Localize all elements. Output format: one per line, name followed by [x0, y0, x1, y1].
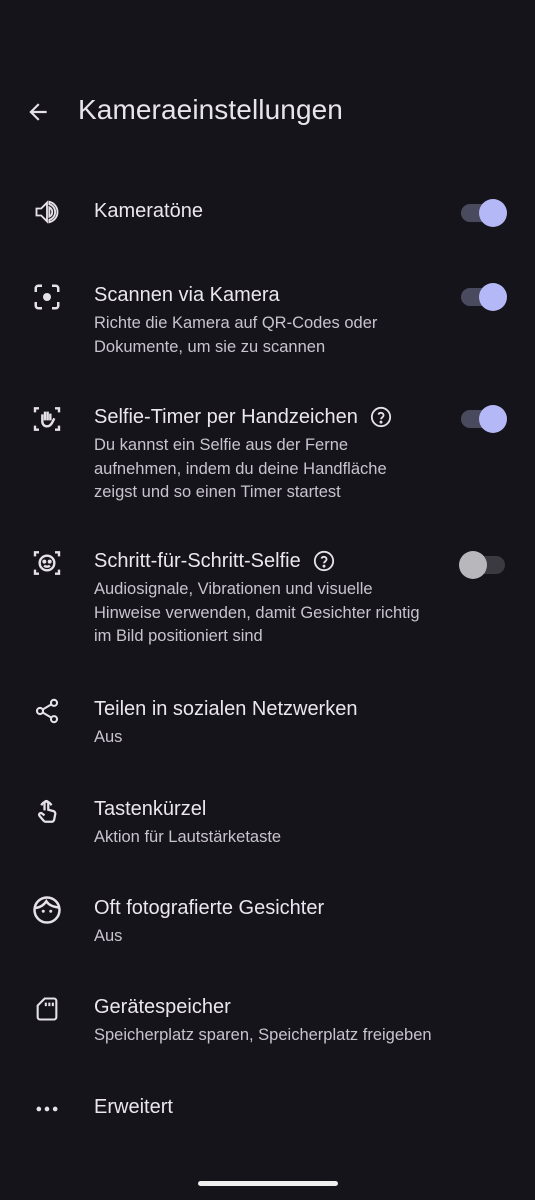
help-icon[interactable]: [313, 550, 335, 572]
more-horiz-icon: [30, 1092, 64, 1126]
setting-subtitle: Aus: [94, 927, 123, 945]
setting-title: Gerätespeicher: [94, 996, 231, 1018]
app-bar: Kameraeinstellungen: [0, 84, 535, 140]
speaker-icon: [30, 195, 64, 229]
setting-subtitle: Speicherplatz sparen, Speicherplatz frei…: [94, 1026, 432, 1044]
face-icon: [30, 893, 64, 927]
setting-subtitle: Richte die Kamera auf QR-Codes oder Doku…: [94, 314, 378, 356]
touch-icon: [30, 794, 64, 828]
setting-frequent-faces[interactable]: Oft fotografierte Gesichter Aus: [0, 893, 535, 949]
share-icon: [30, 694, 64, 728]
arrow-back-icon: [29, 103, 47, 121]
setting-title: Schritt-für-Schritt-Selfie: [94, 550, 301, 572]
setting-palm-timer[interactable]: Selfie-Timer per Handzeichen Du kannst e…: [0, 402, 535, 508]
setting-guided-selfie[interactable]: Schritt-für-Schritt-Selfie Audiosignale,…: [0, 546, 535, 652]
scan-via-camera-toggle[interactable]: [461, 283, 507, 311]
setting-camera-sounds[interactable]: Kameratöne: [0, 192, 535, 236]
sd-card-icon: [30, 992, 64, 1026]
settings-screen: Kameraeinstellungen Kameratöne Scannen v…: [0, 0, 535, 1200]
palm-gesture-icon: [30, 402, 64, 436]
face-frame-icon: [30, 546, 64, 580]
setting-subtitle: Audiosignale, Vibrationen und visuelle H…: [94, 580, 420, 645]
scan-icon: [30, 280, 64, 314]
setting-subtitle: Aus: [94, 728, 123, 746]
help-icon[interactable]: [370, 406, 392, 428]
setting-advanced[interactable]: Erweitert: [0, 1092, 535, 1126]
setting-title: Tastenkürzel: [94, 798, 207, 820]
guided-selfie-toggle[interactable]: [459, 551, 505, 579]
setting-title: Kameratöne: [94, 200, 203, 222]
camera-sounds-toggle[interactable]: [461, 199, 507, 227]
setting-device-storage[interactable]: Gerätespeicher Speicherplatz sparen, Spe…: [0, 992, 535, 1048]
setting-title: Erweitert: [94, 1096, 173, 1118]
setting-shortcuts[interactable]: Tastenkürzel Aktion für Lautstärketaste: [0, 794, 535, 850]
palm-timer-toggle[interactable]: [461, 405, 507, 433]
setting-title: Scannen via Kamera: [94, 284, 280, 306]
setting-subtitle: Du kannst ein Selfie aus der Ferne aufne…: [94, 436, 387, 501]
gesture-nav-handle[interactable]: [198, 1181, 338, 1186]
setting-scan-via-camera[interactable]: Scannen via Kamera Richte die Kamera auf…: [0, 280, 535, 360]
page-title: Kameraeinstellungen: [78, 94, 343, 125]
setting-title: Oft fotografierte Gesichter: [94, 897, 325, 919]
setting-subtitle: Aktion für Lautstärketaste: [94, 828, 282, 846]
back-button[interactable]: [18, 92, 58, 132]
setting-title: Teilen in sozialen Netzwerken: [94, 698, 358, 720]
setting-title: Selfie-Timer per Handzeichen: [94, 406, 358, 428]
setting-social-sharing[interactable]: Teilen in sozialen Netzwerken Aus: [0, 694, 535, 750]
